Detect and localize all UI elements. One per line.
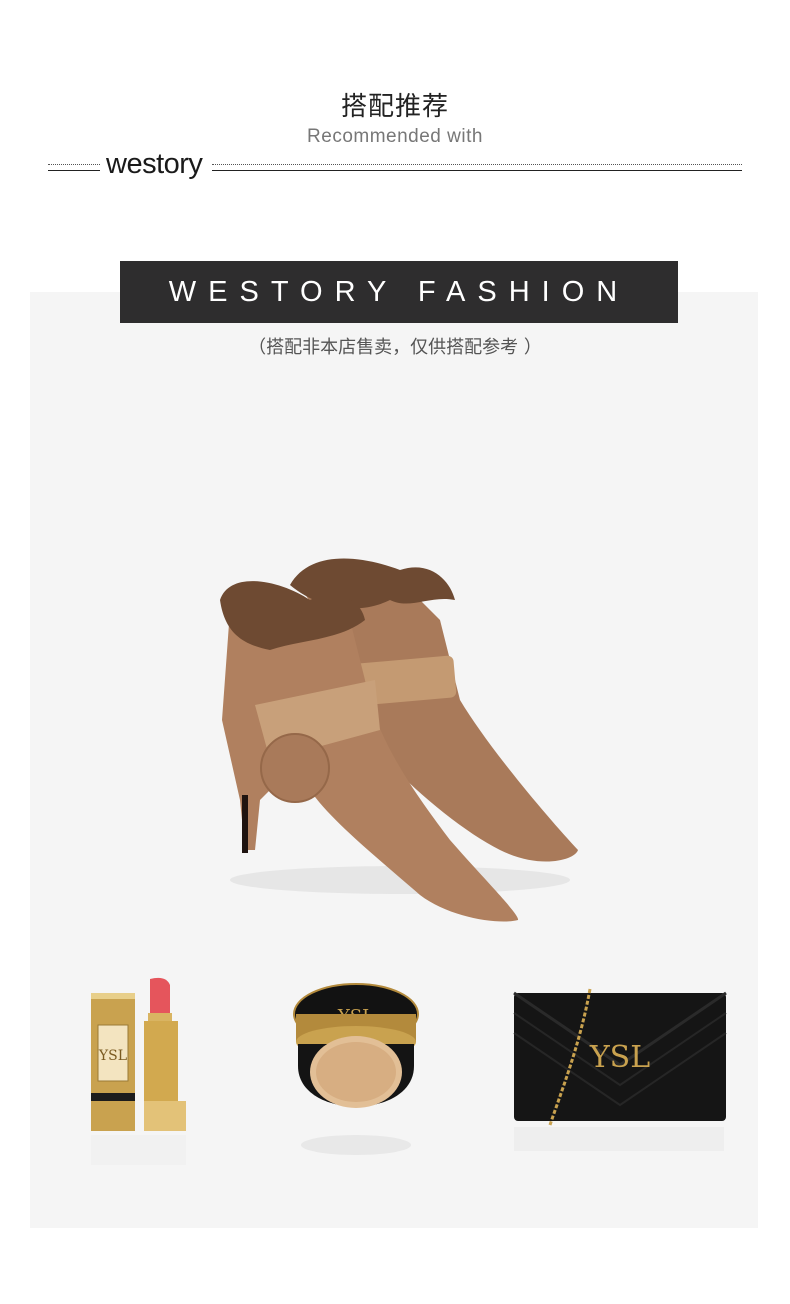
product-cushion-image[interactable]: YSL [290,980,422,1170]
product-bag-image[interactable]: YSL [510,985,730,1165]
product-lipstick-image[interactable]: YSL [88,975,188,1175]
fashion-banner: WESTORY FASHION [120,261,678,323]
page-title-cn: 搭配推荐 [340,92,449,122]
divider-left [48,164,100,171]
disclaimer-note: （搭配非本店售卖，仅供搭配参考 ） [248,337,542,358]
brand-logo: westory [106,148,203,180]
svg-text:YSL: YSL [589,1040,650,1075]
divider-right [212,164,742,171]
svg-text:YSL: YSL [98,1048,127,1064]
page-subtitle-en: Recommended with [307,126,483,147]
product-boots-image[interactable] [200,540,590,930]
